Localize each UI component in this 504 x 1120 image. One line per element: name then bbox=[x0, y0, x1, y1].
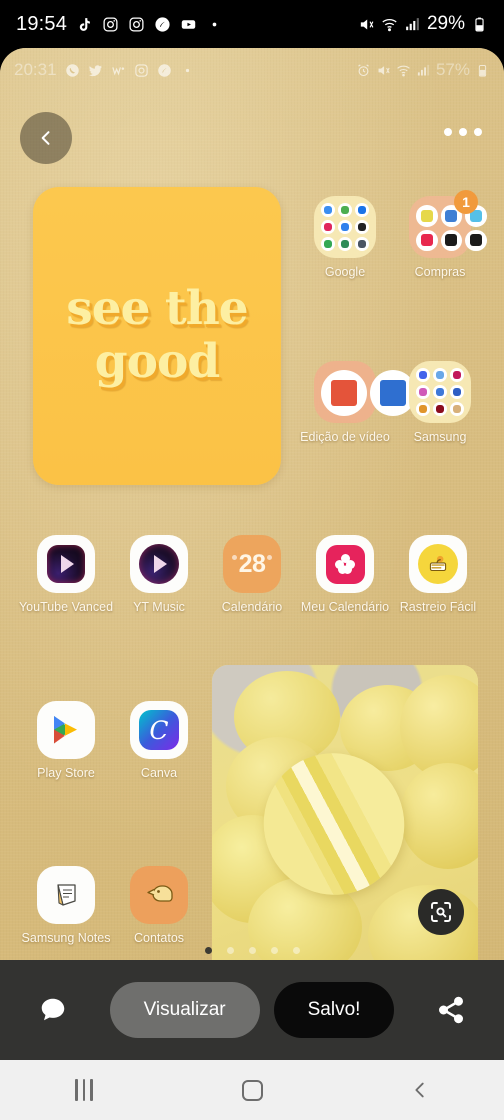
action-bar: Visualizar Salvo! bbox=[0, 960, 504, 1060]
photo-widget[interactable] bbox=[212, 665, 478, 960]
page-dot[interactable] bbox=[226, 947, 234, 954]
app-play-store[interactable]: Play Store bbox=[20, 701, 112, 781]
folder-preview bbox=[314, 361, 465, 423]
status-bar-right: 29% bbox=[358, 13, 488, 35]
salvo-button[interactable]: Salvo! bbox=[273, 982, 395, 1038]
calendar-icon: 28 bbox=[223, 535, 281, 593]
rastreio-facil-icon bbox=[409, 535, 467, 593]
calendar-day-number: 28 bbox=[238, 549, 266, 578]
home-screen: see the good Google 1 Compras Edição de … bbox=[0, 48, 504, 960]
battery-percent: 29% bbox=[426, 13, 465, 34]
quote-line-1: see the bbox=[66, 281, 248, 337]
app-youtube-vanced[interactable]: YouTube Vanced bbox=[18, 535, 114, 615]
google-lens-icon bbox=[431, 902, 451, 922]
tiktok-icon bbox=[79, 17, 90, 31]
system-status-bar: 19:54 29% bbox=[0, 0, 504, 48]
app-samsung-notes[interactable]: Samsung Notes bbox=[20, 866, 112, 946]
shazam-icon bbox=[155, 16, 170, 32]
folder-samsung[interactable]: Samsung bbox=[394, 361, 486, 445]
status-bar-left: 19:54 bbox=[16, 13, 223, 36]
more-dot-icon bbox=[212, 22, 217, 26]
app-label: YouTube Vanced bbox=[18, 600, 114, 614]
page-dot[interactable] bbox=[292, 947, 300, 954]
app-label: Calendário bbox=[221, 600, 283, 614]
android-navigation-bar bbox=[0, 1060, 504, 1120]
share-icon bbox=[439, 996, 463, 1024]
folder-label: Edição de vídeo bbox=[300, 430, 390, 444]
visualizar-button[interactable]: Visualizar bbox=[109, 982, 260, 1038]
yt-music-icon bbox=[130, 535, 188, 593]
battery-icon bbox=[475, 17, 484, 31]
screenshot-preview-card[interactable]: 20:31 57% see the good Google 1 Compras … bbox=[0, 48, 504, 960]
app-label: Play Store bbox=[37, 766, 95, 780]
app-yt-music[interactable]: YT Music bbox=[113, 535, 205, 615]
folder-label: Compras bbox=[414, 265, 466, 279]
app-label: Rastreio Fácil bbox=[399, 600, 477, 614]
mute-icon bbox=[360, 19, 374, 29]
canva-icon: C bbox=[130, 701, 188, 759]
home-icon bbox=[241, 1079, 263, 1101]
page-dot[interactable] bbox=[248, 947, 256, 954]
google-lens-button[interactable] bbox=[418, 889, 464, 935]
folder-edicao-de-video[interactable]: Edição de vídeo bbox=[299, 361, 465, 445]
canva-glyph: C bbox=[139, 710, 179, 750]
folder-preview: 1 bbox=[409, 190, 487, 258]
share-button[interactable] bbox=[424, 995, 478, 1025]
comment-bubble-icon bbox=[41, 998, 65, 1021]
folder-google[interactable]: Google bbox=[299, 196, 391, 280]
recents-icon bbox=[75, 1079, 93, 1101]
folder-label: Google bbox=[324, 265, 366, 279]
back-button-nav[interactable] bbox=[375, 1066, 465, 1114]
app-canva[interactable]: C Canva bbox=[113, 701, 205, 781]
quote-widget[interactable]: see the good bbox=[33, 187, 281, 485]
contatos-icon bbox=[130, 866, 188, 924]
app-contatos[interactable]: Contatos bbox=[113, 866, 205, 946]
phone-screen: 19:54 29% 20:31 57% see the good Google … bbox=[0, 0, 504, 1120]
page-dot[interactable] bbox=[270, 947, 278, 954]
system-clock: 19:54 bbox=[16, 12, 68, 35]
app-meu-calendario[interactable]: Meu Calendário bbox=[299, 535, 391, 615]
home-button[interactable] bbox=[207, 1066, 297, 1114]
app-label: Meu Calendário bbox=[300, 600, 390, 614]
app-label: YT Music bbox=[133, 600, 185, 614]
youtube-vanced-icon bbox=[37, 535, 95, 593]
page-dot[interactable] bbox=[204, 947, 212, 954]
app-calendario[interactable]: 28 Calendário bbox=[206, 535, 298, 615]
app-rastreio-facil[interactable]: Rastreio Fácil bbox=[392, 535, 484, 615]
quote-line-2: good bbox=[94, 334, 220, 389]
youtube-icon bbox=[181, 19, 196, 29]
app-label: Contatos bbox=[133, 931, 185, 945]
folder-compras[interactable]: 1 Compras bbox=[394, 190, 487, 280]
app-label: Samsung Notes bbox=[21, 931, 111, 945]
folder-badge: 1 bbox=[454, 190, 478, 214]
samsung-notes-icon bbox=[37, 866, 95, 924]
signal-icon bbox=[406, 17, 419, 30]
recents-button[interactable] bbox=[39, 1066, 129, 1114]
back-icon bbox=[415, 1082, 424, 1098]
instagram-icon bbox=[103, 16, 118, 32]
folder-preview bbox=[409, 361, 471, 423]
play-store-icon bbox=[37, 701, 95, 759]
instagram-icon bbox=[129, 16, 144, 32]
page-indicator[interactable] bbox=[0, 947, 504, 954]
folder-label: Samsung bbox=[413, 430, 467, 444]
comment-button[interactable] bbox=[26, 995, 80, 1025]
app-label: Canva bbox=[140, 766, 178, 780]
wifi-icon bbox=[382, 18, 397, 31]
meu-calendario-icon bbox=[316, 535, 374, 593]
folder-preview bbox=[314, 196, 376, 258]
